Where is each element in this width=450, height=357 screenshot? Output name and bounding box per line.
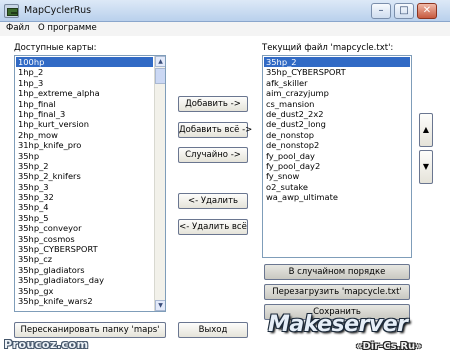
watermark-right: «Dir-Cs.Ru» [356,341,422,352]
list-item[interactable]: 35hp_cz [16,254,153,264]
list-item[interactable]: 35hp_2 [16,161,153,171]
list-item[interactable]: 35hp_conveyor [16,223,153,233]
list-item[interactable]: de_dust2_2x2 [264,109,410,119]
list-item[interactable]: de_nonstop2 [264,140,410,150]
mapcycle-list[interactable]: 35hp_2 35hp_CYBERSPORT afk_skiller aim_craz… [262,55,412,258]
available-maps-list[interactable]: 100hp 1hp_2 1hp_3 1hp_extreme_alpha 1hp_fina… [14,55,166,312]
minimize-button[interactable]: – [371,3,391,19]
list-item[interactable]: wa_awp_ultimate [264,192,410,202]
maximize-button[interactable]: □ [394,3,414,19]
watermark-left: Proucoz.com [4,338,89,351]
app-icon [4,4,19,18]
menu-about[interactable]: О программе [38,23,97,33]
arrow-up-icon: ▲ [422,125,430,134]
list-item[interactable]: cs_mansion [264,99,410,109]
rescan-maps-button[interactable]: Пересканировать папку 'maps' [14,322,166,338]
list-item[interactable]: fy_pool_day2 [264,161,410,171]
remove-all-button[interactable]: <- Удалить всё [178,219,248,235]
list-item[interactable]: 2hp_mow [16,130,153,140]
list-item[interactable]: 35hp_5 [16,213,153,223]
list-item[interactable]: 35hp_gladiators [16,265,153,275]
list-item[interactable]: 35hp_CYBERSPORT [264,67,410,77]
list-item[interactable]: 35hp [16,151,153,161]
list-item[interactable]: de_nonstop [264,130,410,140]
shuffle-button[interactable]: В случайном порядке [264,264,410,280]
menu-bar: Файл О программе [0,22,450,36]
list-item[interactable]: 35hp_4 [16,202,153,212]
list-item[interactable]: 35hp_32 [16,192,153,202]
list-item[interactable]: aim_crazyjump [264,88,410,98]
scroll-thumb[interactable] [155,68,165,84]
window-title: MapCyclerRus [24,5,92,16]
move-up-button[interactable]: ▲ [419,113,433,147]
list-item[interactable]: 35hp_3 [16,182,153,192]
list-item[interactable]: 35hp_CYBERSPORT [16,244,153,254]
list-item[interactable]: 1hp_extreme_alpha [16,88,153,98]
list-item[interactable]: 35hp_knife_wars2 [16,296,153,306]
list-item[interactable]: 35hp_gx [16,286,153,296]
list-item[interactable]: 1hp_2 [16,67,153,77]
scroll-down-icon[interactable]: ▼ [155,300,165,311]
left-list-scrollbar[interactable]: ▲ ▼ [154,56,165,311]
list-item[interactable]: 35hp_2_knifers [16,171,153,181]
close-button[interactable]: ✕ [417,3,437,19]
list-item[interactable]: 31hp_knife_pro [16,140,153,150]
menu-file[interactable]: Файл [6,23,29,33]
scroll-up-icon[interactable]: ▲ [155,56,165,67]
list-item[interactable]: 100hp [16,57,153,68]
list-item[interactable]: 1hp_final_3 [16,109,153,119]
list-item[interactable]: 35hp_2 [264,57,410,68]
list-item[interactable]: afk_skiller [264,78,410,88]
title-bar: MapCyclerRus – □ ✕ [0,0,450,22]
list-item[interactable]: fy_snow [264,171,410,181]
exit-button[interactable]: Выход [178,322,248,338]
arrow-down-icon: ▼ [422,162,430,171]
list-item[interactable]: 1hp_3 [16,78,153,88]
list-item[interactable]: o2_sutake [264,182,410,192]
list-item[interactable]: 1hp_kurt_version [16,119,153,129]
watermark-logo: Makeserver [268,312,408,337]
current-file-label: Текущий файл 'mapcycle.txt': [262,43,394,53]
move-down-button[interactable]: ▼ [419,150,433,184]
add-all-button[interactable]: Добавить всё -> [178,122,252,138]
list-item[interactable]: 35hp_gladiators_day [16,275,153,285]
list-item[interactable]: fy_pool_day [264,151,410,161]
list-item[interactable]: 35hp_cosmos [16,234,153,244]
available-maps-label: Доступные карты: [14,43,97,53]
random-add-button[interactable]: Случайно -> [178,147,248,163]
list-item[interactable]: de_dust2_long [264,119,410,129]
reload-mapcycle-button[interactable]: Перезагрузить 'mapcycle.txt' [264,284,410,300]
list-item[interactable]: 1hp_final [16,99,153,109]
remove-button[interactable]: <- Удалить [178,193,248,209]
add-button[interactable]: Добавить -> [178,96,248,112]
